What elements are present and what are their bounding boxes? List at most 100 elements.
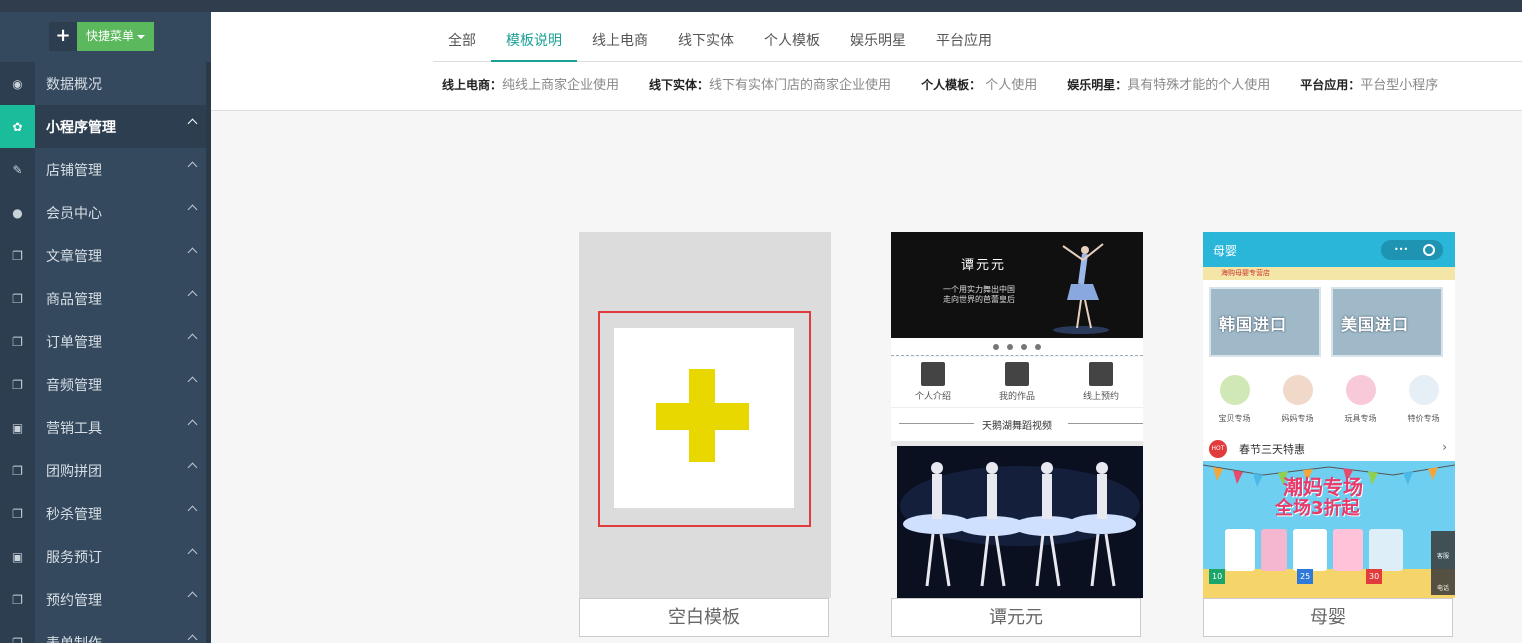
top-bar <box>0 0 1522 12</box>
template-description: 个人模板： 个人使用 <box>921 74 1037 93</box>
description-key: 娱乐明星： <box>1067 78 1128 92</box>
sidebar-item-8[interactable]: ▣ 营销工具 <box>0 406 206 449</box>
sidebar-item-label: 小程序管理 <box>46 119 116 136</box>
copy-icon: ❐ <box>12 463 23 478</box>
wand-icon: ✎ <box>12 162 23 177</box>
sidebar-item-1[interactable]: ✿ 小程序管理 <box>0 105 206 148</box>
dancer-icon-label: 个人介绍 <box>914 392 951 402</box>
template-card-baby[interactable]: 母婴 ••• 海购母婴专营店 韩国进口 美国进口 宝贝专场 妈妈专场 玩具专场 特价专… <box>1203 232 1455 637</box>
quick-menu-label: 快捷菜单 <box>86 29 135 43</box>
baby-store-name: 海购母婴专营店 <box>1221 269 1270 277</box>
category-image <box>1408 375 1439 405</box>
hot-badge-icon: HOT <box>1209 440 1227 458</box>
ballerina-figure <box>1053 243 1109 334</box>
template-description: 娱乐明星：具有特殊才能的个人使用 <box>1067 74 1270 93</box>
tab-1[interactable]: 模板说明 <box>491 12 577 62</box>
sidebar-item-label: 数据概况 <box>46 76 102 93</box>
sidebar-item-label: 文章管理 <box>46 248 102 265</box>
category-image <box>1219 375 1250 405</box>
sidebar-item-label: 会员中心 <box>46 205 102 222</box>
avatar <box>921 362 945 386</box>
baby-category: 特价专场 <box>1399 372 1449 432</box>
template-thumb-blank[interactable] <box>579 232 831 598</box>
copy-icon: ❐ <box>12 291 23 306</box>
quick-menu-button[interactable]: 快捷菜单 <box>77 22 154 51</box>
copy-icon: ❐ <box>12 506 23 521</box>
price-badge-1: 10 <box>1209 569 1226 584</box>
price-badge-2: 25 <box>1297 569 1314 584</box>
sidebar-item-label: 商品管理 <box>46 291 102 308</box>
dancer-icon-item: 我的作品 <box>987 357 1047 407</box>
template-caption-dancer[interactable]: 谭元元 <box>891 598 1141 637</box>
service-label: 客服 <box>1436 553 1449 560</box>
sidebar-item-label: 订单管理 <box>46 334 102 351</box>
quick-add-button[interactable]: + <box>49 22 77 51</box>
sidebar-item-6[interactable]: ❐ 订单管理 <box>0 320 206 363</box>
avatar <box>1089 362 1113 386</box>
sidebar-item-label: 团购拼团 <box>46 463 102 480</box>
description-key: 线上电商： <box>442 78 503 92</box>
tab-2[interactable]: 线上电商 <box>577 12 663 62</box>
sidebar-item-label: 秒杀管理 <box>46 506 102 523</box>
user-icon: ● <box>12 205 23 220</box>
tab-0[interactable]: 全部 <box>433 12 491 62</box>
chevron-right-icon: › <box>1442 440 1447 454</box>
baby-header: 母婴 ••• <box>1203 232 1455 267</box>
avatar <box>1005 362 1029 386</box>
dancer-section-title: 天鹅湖舞蹈视频 <box>982 421 1052 432</box>
chevron-up-icon <box>187 247 198 258</box>
sidebar-item-2[interactable]: ✎ 店铺管理 <box>0 148 206 191</box>
baby-header-title: 母婴 <box>1213 244 1238 258</box>
dancer-banner-name: 谭元元 <box>961 258 1007 273</box>
baby-side-tools: 客服 电话 <box>1431 531 1455 595</box>
sidebar-item-3[interactable]: ● 会员中心 <box>0 191 206 234</box>
blank-canvas <box>614 328 794 508</box>
copy-icon: ❐ <box>12 377 23 392</box>
carousel-dots <box>891 338 1143 356</box>
phone-label: 电话 <box>1436 585 1449 592</box>
baby-hot-title: 春节三天特惠 <box>1239 443 1305 456</box>
template-header: 全部 模板说明 线上电商 线下实体 个人模板 娱乐明星 平台应用 线上电商：纯线上商家企业使… <box>211 12 1522 111</box>
chevron-up-icon <box>187 333 198 344</box>
baby-promo-2-text: 美国进口 <box>1341 315 1410 334</box>
template-thumb-dancer[interactable]: 谭元元 一个用实力舞出中国 走向世界的芭蕾皇后 个人介绍 我的作品 线上预约 天鹅湖… <box>891 232 1143 598</box>
tab-4[interactable]: 个人模板 <box>749 12 835 62</box>
chevron-up-icon <box>187 161 198 172</box>
description-key: 线下实体： <box>649 78 710 92</box>
baby-store-strip: 海购母婴专营店 <box>1203 267 1455 280</box>
sidebar-item-10[interactable]: ❐ 秒杀管理 <box>0 492 206 535</box>
sidebar-item-7[interactable]: ❐ 音频管理 <box>0 363 206 406</box>
baby-sale-banner: 潮妈专场 全场3折起 10 25 30 客服 电话 <box>1203 461 1455 598</box>
sidebar-item-11[interactable]: ▣ 服务预订 <box>0 535 206 578</box>
selected-outline <box>598 311 811 527</box>
sidebar-item-12[interactable]: ❐ 预约管理 <box>0 578 206 621</box>
mini-program-capsule: ••• <box>1381 240 1443 260</box>
template-card-blank[interactable]: 空白模板 <box>579 232 831 637</box>
template-thumb-baby[interactable]: 母婴 ••• 海购母婴专营店 韩国进口 美国进口 宝贝专场 妈妈专场 玩具专场 特价专… <box>1203 232 1455 598</box>
tab-5[interactable]: 娱乐明星 <box>835 12 921 62</box>
baby-sale-subtitle: 全场3折起 <box>1275 498 1360 519</box>
baby-promo-2: 美国进口 <box>1331 287 1443 357</box>
close-circle-icon <box>1423 244 1435 256</box>
dashboard-icon: ◉ <box>12 76 23 91</box>
chevron-up-icon <box>187 462 198 473</box>
chevron-up-icon <box>187 290 198 301</box>
template-caption-baby[interactable]: 母婴 <box>1203 598 1453 637</box>
sidebar-item-label: 表单制作 <box>46 633 102 643</box>
tab-3[interactable]: 线下实体 <box>663 12 749 62</box>
template-card-dancer[interactable]: 谭元元 一个用实力舞出中国 走向世界的芭蕾皇后 个人介绍 我的作品 线上预约 天鹅湖… <box>891 232 1143 637</box>
sidebar-item-4[interactable]: ❐ 文章管理 <box>0 234 206 277</box>
dancer-icon-row: 个人介绍 我的作品 线上预约 <box>891 357 1143 407</box>
category-image <box>1282 375 1313 405</box>
sidebar: + 快捷菜单 ◉ 数据概况 ✿ 小程序管理 ✎ 店铺管理 ● 会员中心 ❐ 文章管理 ❐ 商品管理 ❐ 订… <box>0 12 211 643</box>
sidebar-item-13[interactable]: ❐ 表单制作 <box>0 621 206 643</box>
template-caption-blank[interactable]: 空白模板 <box>579 598 829 637</box>
sidebar-item-0[interactable]: ◉ 数据概况 <box>0 62 206 105</box>
sidebar-item-5[interactable]: ❐ 商品管理 <box>0 277 206 320</box>
plus-icon-bar <box>656 403 749 430</box>
sidebar-scrollbar[interactable] <box>206 62 211 643</box>
description-value: 个人使用 <box>981 78 1038 93</box>
tab-6[interactable]: 平台应用 <box>921 12 1007 62</box>
sidebar-item-label: 预约管理 <box>46 592 102 609</box>
sidebar-item-9[interactable]: ❐ 团购拼团 <box>0 449 206 492</box>
